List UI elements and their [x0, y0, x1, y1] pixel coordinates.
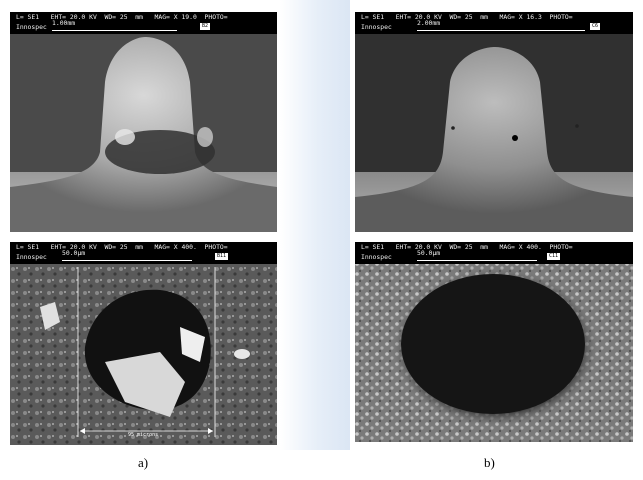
sem-info-bar: L= SE1 EHT= 20.0 KV WD= 25 mm MAG= X 400… — [10, 242, 277, 264]
scale-bar — [62, 260, 192, 261]
sem-parameters: L= SE1 EHT= 20.0 KV WD= 25 mm MAG= X 19.… — [16, 13, 228, 21]
scale-label: 1.00mm — [52, 19, 76, 27]
background-gradient — [280, 0, 350, 450]
sem-operator: Innospec — [16, 23, 47, 31]
sem-operator: Innospec — [16, 253, 47, 261]
image-tag: B2 — [200, 23, 211, 30]
sem-parameters: L= SE1 EHT= 20.0 KV WD= 25 mm MAG= X 16.… — [361, 13, 573, 21]
sem-image-a-bottom: L= SE1 EHT= 20.0 KV WD= 25 mm MAG= X 400… — [10, 242, 277, 445]
scale-label: 50.0µm — [62, 249, 86, 257]
sem-parameters: L= SE1 EHT= 20.0 KV WD= 25 mm MAG= X 400… — [361, 243, 573, 251]
image-tag: C11 — [547, 253, 561, 260]
measurement-label: 95 microns — [128, 432, 159, 438]
scale-bar — [417, 260, 537, 261]
sem-operator: Innospec — [361, 253, 392, 261]
sem-info-bar: L= SE1 EHT= 20.0 KV WD= 25 mm MAG= X 19.… — [10, 12, 277, 34]
sem-operator: Innospec — [361, 23, 392, 31]
sem-image-b-top: L= SE1 EHT= 20.0 KV WD= 25 mm MAG= X 16.… — [355, 12, 633, 232]
scale-bar — [417, 30, 585, 31]
sem-image-a-top: L= SE1 EHT= 20.0 KV WD= 25 mm MAG= X 19.… — [10, 12, 277, 232]
scale-label: 2.00mm — [417, 19, 441, 27]
sem-info-bar: L= SE1 EHT= 20.0 KV WD= 25 mm MAG= X 400… — [355, 242, 633, 264]
image-tag: C6 — [590, 23, 601, 30]
scale-bar — [52, 30, 177, 31]
sem-info-bar: L= SE1 EHT= 20.0 KV WD= 25 mm MAG= X 16.… — [355, 12, 633, 34]
scale-label: 50.0µm — [417, 249, 441, 257]
caption-a: a) — [138, 455, 149, 470]
sem-parameters: L= SE1 EHT= 20.0 KV WD= 25 mm MAG= X 400… — [16, 243, 228, 251]
caption-b: b) — [484, 455, 495, 470]
sem-image-b-bottom: L= SE1 EHT= 20.0 KV WD= 25 mm MAG= X 400… — [355, 242, 633, 442]
image-tag: B11 — [215, 253, 229, 260]
